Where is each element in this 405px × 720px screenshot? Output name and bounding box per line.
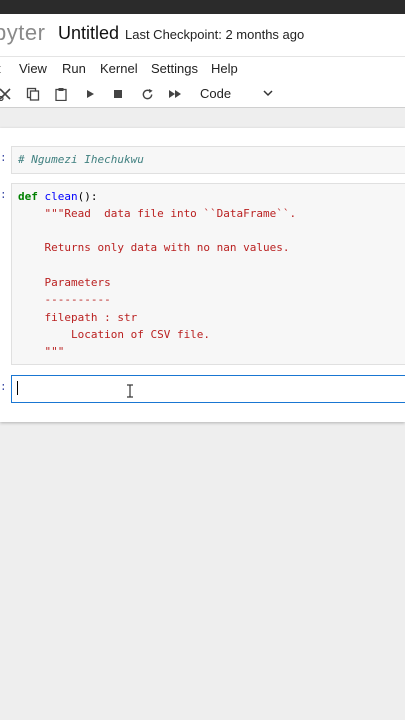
menu-run[interactable]: Run — [62, 61, 86, 76]
code-line-def: def clean(): — [18, 190, 98, 203]
function-name: clean — [44, 190, 78, 203]
menu-help[interactable]: Help — [211, 61, 238, 76]
last-checkpoint-text: Last Checkpoint: 2 months ago — [125, 27, 305, 42]
code-line: filepath : str — [18, 311, 138, 324]
code-line: Returns only data with no nan values. — [18, 241, 290, 254]
code-line: ---------- — [18, 293, 111, 306]
markdown-cell-prompt: : — [0, 153, 7, 165]
menu-view[interactable]: View — [19, 61, 47, 76]
menu-edit[interactable]: t — [0, 61, 1, 76]
code-line: Location of CSV file. — [18, 328, 211, 341]
window-top-strip — [0, 0, 405, 14]
code-line: """ — [18, 345, 65, 358]
code-line: """Read data file into ``DataFrame``. — [18, 207, 297, 220]
notebook-toolbar: Code — [0, 81, 405, 108]
menu-kernel[interactable]: Kernel — [100, 61, 138, 76]
notebook-panel: : # Ngumezi Ihechukwu : def clean(): """… — [0, 128, 405, 422]
code-cell[interactable]: def clean(): """Read data file into ``Da… — [11, 183, 405, 365]
active-code-cell-input[interactable] — [11, 375, 405, 403]
run-icon[interactable] — [82, 85, 98, 103]
paste-icon[interactable] — [52, 85, 70, 103]
active-cell-prompt: : — [0, 382, 7, 394]
menu-settings[interactable]: Settings — [151, 61, 198, 76]
markdown-cell-text: # Ngumezi Ihechukwu — [18, 153, 144, 166]
cell-type-select[interactable]: Code — [200, 86, 231, 101]
code-line: Parameters — [18, 276, 111, 289]
markdown-cell[interactable]: # Ngumezi Ihechukwu — [11, 146, 405, 174]
stop-icon[interactable] — [110, 85, 126, 103]
notebook-title[interactable]: Untitled — [58, 23, 119, 44]
ibeam-cursor-icon — [126, 384, 134, 403]
chevron-down-icon[interactable] — [262, 85, 274, 106]
menu-bar: t View Run Kernel Settings Help — [0, 56, 405, 82]
jupyter-logo[interactable]: pyter — [0, 20, 45, 46]
code-cell-prompt: : — [0, 190, 7, 202]
keyword-def: def — [18, 190, 38, 203]
cut-icon[interactable] — [0, 85, 14, 103]
notebook-header: pyter Untitled Last Checkpoint: 2 months… — [0, 14, 405, 56]
fast-forward-icon[interactable] — [166, 85, 184, 103]
text-caret — [17, 381, 18, 395]
restart-icon[interactable] — [138, 85, 156, 103]
copy-icon[interactable] — [24, 85, 42, 103]
